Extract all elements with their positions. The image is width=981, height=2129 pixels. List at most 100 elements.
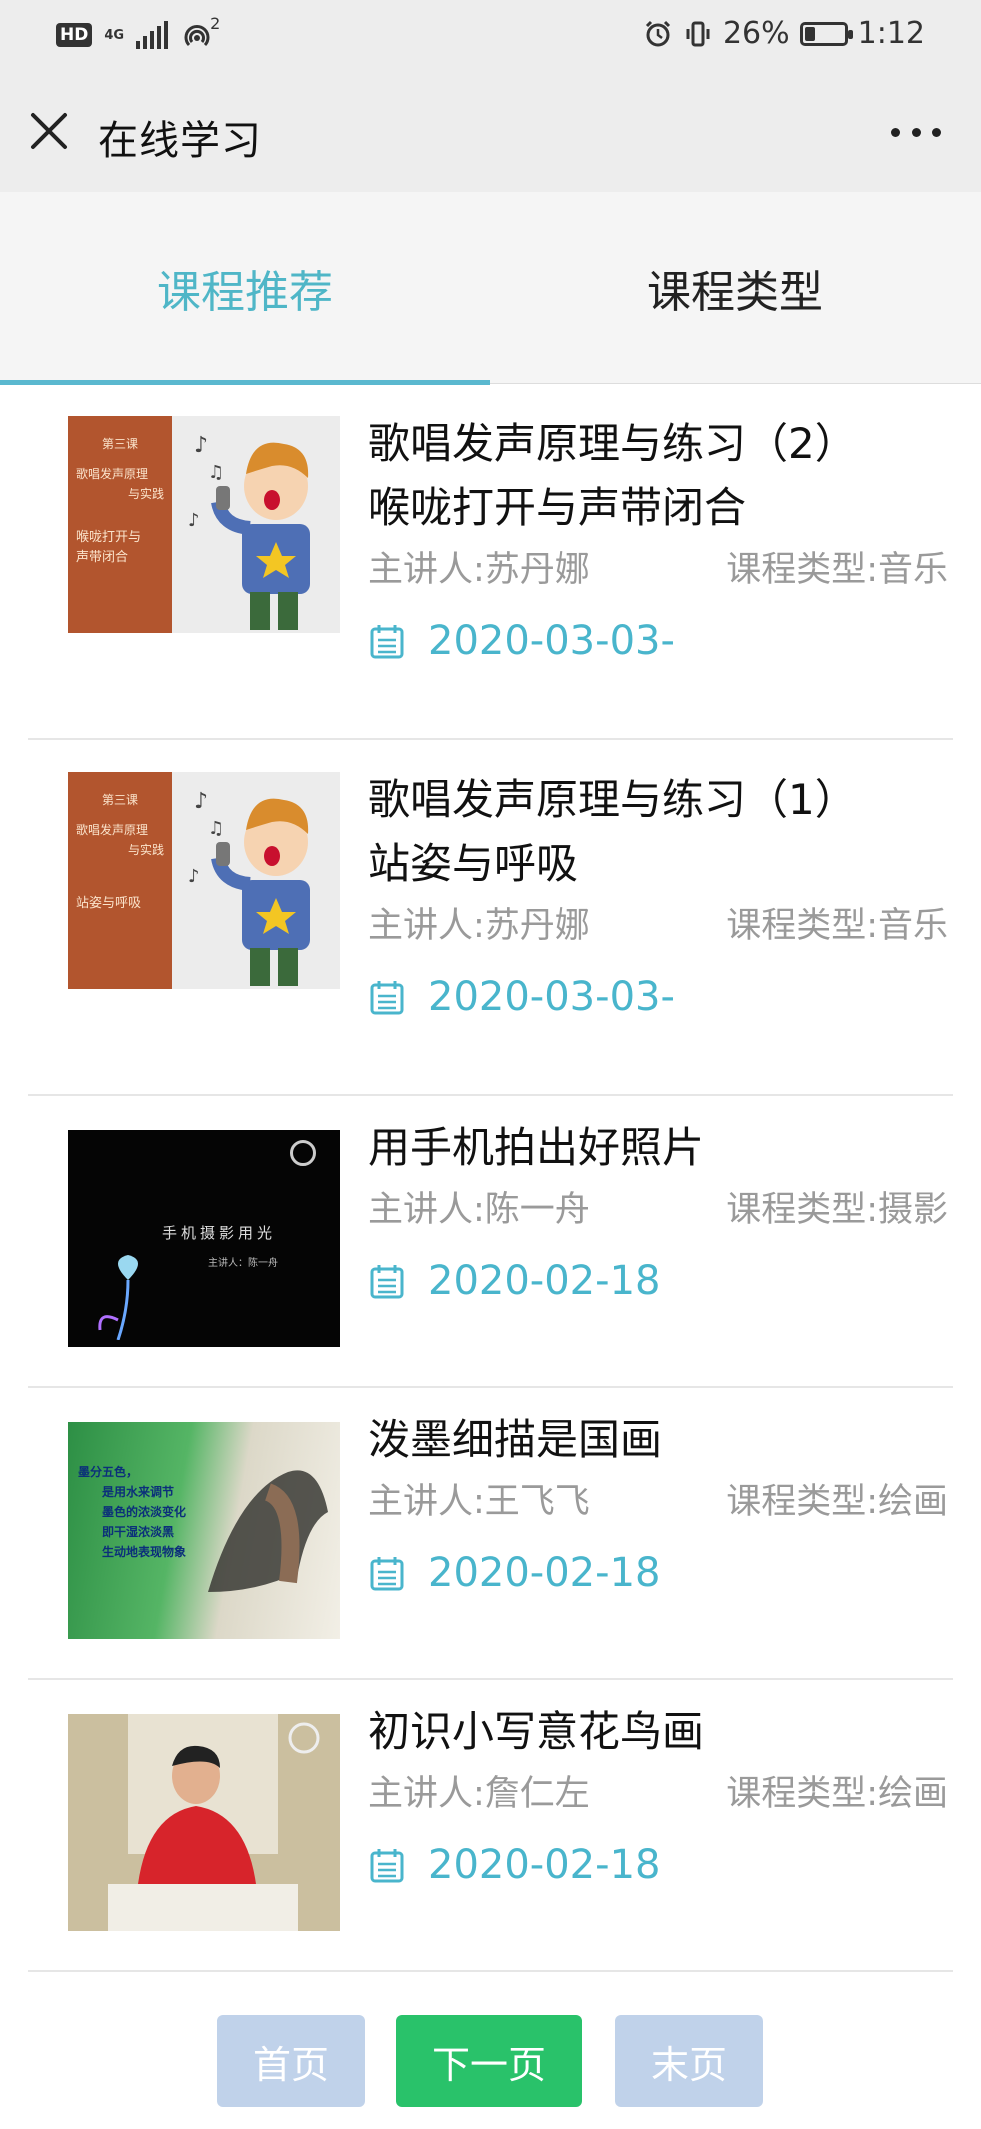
svg-text:♪: ♪ [188, 866, 200, 887]
course-thumbnail: 手机摄影用光 主讲人：陈一舟 [68, 1130, 340, 1347]
course-meta: 主讲人:苏丹娜 课程类型:音乐 [368, 896, 948, 956]
thumbnail-text: 手机摄影用光 [162, 1224, 277, 1242]
course-date-row: 2020-03-03- [368, 974, 948, 1020]
thumbnail-text: 即干湿浓淡黑 [102, 1525, 175, 1539]
thumbnail-text-panel: 第三课 歌唱发声原理 与实践 站姿与呼吸 [68, 772, 172, 989]
svg-text:♪: ♪ [188, 510, 200, 531]
thumbnail-text: 生动地表现物象 [102, 1545, 187, 1559]
svg-text:♪: ♪ [194, 789, 208, 814]
course-info: 歌唱发声原理与练习（2） 喉咙打开与声带闭合 主讲人:苏丹娜 课程类型:音乐 2… [368, 412, 948, 664]
course-meta: 主讲人:陈一舟 课程类型:摄影 [368, 1180, 948, 1240]
thumbnail-text-panel: 第三课 歌唱发声原理 与实践 喉咙打开与 声带闭合 [68, 416, 172, 633]
thumbnail-text: 与实践 [127, 843, 164, 857]
lecturer-photo [68, 1714, 340, 1931]
thumbnail-text: 第三课 [101, 793, 138, 807]
close-icon[interactable] [24, 106, 74, 156]
status-left: HD 4G 2 [56, 14, 220, 52]
thumbnail-text: 歌唱发声原理 [76, 823, 149, 837]
battery-percent: 26% [722, 16, 790, 51]
calendar-icon [370, 1557, 404, 1591]
course-date: 2020-02-18 [428, 1842, 661, 1888]
calendar-icon [370, 625, 404, 659]
svg-text:♪: ♪ [194, 433, 208, 458]
course-date-row: 2020-02-18 [368, 1842, 948, 1888]
logo-icon [290, 1140, 316, 1166]
nav-bar: 在线学习 [0, 70, 981, 192]
tab-course-recommend[interactable]: 课程推荐 [0, 192, 490, 384]
svg-text:♫: ♫ [208, 462, 224, 483]
pagination: 首页 下一页 末页 [0, 2015, 981, 2115]
battery-icon [799, 21, 853, 46]
course-meta: 主讲人:王飞飞 课程类型:绘画 [368, 1472, 948, 1532]
course-subtitle: 喉咙打开与声带闭合 [368, 483, 747, 532]
thumbnail-text: 主讲人：陈一舟 [208, 1258, 278, 1269]
thumbnail-text: 第三课 [101, 437, 138, 451]
hotspot-count: 2 [210, 14, 221, 33]
thumbnail-text: 墨色的浓淡变化 [102, 1505, 187, 1519]
calendar-icon [370, 1849, 404, 1883]
course-list: 第三课 歌唱发声原理 与实践 喉咙打开与 声带闭合 ♪ ♫ ♪ 歌唱发声原理与练… [28, 384, 953, 1972]
course-title: 用手机拍出好照片 [368, 1123, 705, 1172]
course-category: 课程类型:绘画 [726, 1482, 948, 1522]
course-item[interactable]: 手机摄影用光 主讲人：陈一舟 用手机拍出好照片 主讲人:陈一舟 课程类型:摄影 … [28, 1096, 953, 1388]
status-right: 26% 1:12 [643, 16, 925, 51]
vibrate-icon [686, 21, 710, 46]
thumbnail-text: 站姿与呼吸 [76, 896, 142, 911]
hotspot-icon: 2 [180, 14, 220, 52]
course-category: 课程类型:音乐 [726, 906, 948, 946]
course-title: 歌唱发声原理与练习（2） [368, 419, 857, 468]
course-subtitle: 站姿与呼吸 [368, 839, 579, 888]
page-title: 在线学习 [98, 118, 262, 164]
thumbnail-text: 声带闭合 [76, 550, 129, 565]
thumbnail-text: 喉咙打开与 [76, 530, 142, 545]
singer-cartoon: ♪ ♫ ♪ [172, 772, 340, 989]
course-item[interactable]: 第三课 歌唱发声原理 与实践 喉咙打开与 声带闭合 ♪ ♫ ♪ 歌唱发声原理与练… [28, 384, 953, 740]
flower-graphic [98, 1255, 138, 1340]
course-meta: 主讲人:詹仁左 课程类型:绘画 [368, 1764, 948, 1824]
tab-course-type[interactable]: 课程类型 [490, 192, 980, 384]
course-title: 初识小写意花鸟画 [368, 1707, 705, 1756]
course-thumbnail: 墨分五色， 是用水来调节 墨色的浓淡变化 即干湿浓淡黑 生动地表现物象 [68, 1422, 340, 1639]
calendar-icon [370, 981, 404, 1015]
course-date: 2020-02-18 [428, 1258, 661, 1304]
course-info: 泼墨细描是国画 主讲人:王飞飞 课程类型:绘画 2020-02-18 [368, 1408, 948, 1596]
thumbnail-text: 歌唱发声原理 [76, 467, 149, 481]
course-title: 泼墨细描是国画 [368, 1415, 663, 1464]
alarm-icon [645, 20, 670, 46]
course-date: 2020-02-18 [428, 1550, 661, 1596]
course-date-row: 2020-02-18 [368, 1550, 948, 1596]
thumbnail-text-panel: 墨分五色， 是用水来调节 墨色的浓淡变化 即干湿浓淡黑 生动地表现物象 [78, 1462, 187, 1562]
ink-painting [208, 1470, 328, 1592]
clock: 1:12 [857, 16, 925, 51]
last-page-button[interactable]: 末页 [615, 2015, 763, 2107]
course-item[interactable]: 第三课 歌唱发声原理 与实践 站姿与呼吸 ♪ ♫ ♪ 歌唱发声原理与练习（1） … [28, 740, 953, 1096]
network-type: 4G [104, 27, 125, 43]
calendar-icon [370, 1265, 404, 1299]
status-bar: HD 4G 2 26% 1:12 [0, 0, 981, 70]
course-title: 歌唱发声原理与练习（1） [368, 775, 857, 824]
course-date: 2020-03-03- [428, 618, 675, 664]
course-item[interactable]: 墨分五色， 是用水来调节 墨色的浓淡变化 即干湿浓淡黑 生动地表现物象 泼墨细描… [28, 1388, 953, 1680]
thumbnail-text: 与实践 [127, 487, 164, 501]
course-thumbnail: 第三课 歌唱发声原理 与实践 喉咙打开与 声带闭合 ♪ ♫ ♪ [68, 416, 340, 633]
course-category: 课程类型:摄影 [726, 1190, 948, 1230]
hd-badge: HD [56, 23, 93, 47]
course-meta: 主讲人:苏丹娜 课程类型:音乐 [368, 540, 948, 600]
course-category: 课程类型:音乐 [726, 550, 948, 590]
singer-cartoon: ♪ ♫ ♪ [172, 416, 340, 633]
course-lecturer: 主讲人:苏丹娜 [368, 550, 590, 590]
course-info: 用手机拍出好照片 主讲人:陈一舟 课程类型:摄影 2020-02-18 [368, 1116, 948, 1304]
course-info: 歌唱发声原理与练习（1） 站姿与呼吸 主讲人:苏丹娜 课程类型:音乐 2020-… [368, 768, 948, 1020]
course-lecturer: 主讲人:陈一舟 [368, 1190, 590, 1230]
course-date: 2020-03-03- [428, 974, 675, 1020]
course-lecturer: 主讲人:詹仁左 [368, 1774, 590, 1814]
course-thumbnail [68, 1714, 340, 1931]
tab-bar: 课程推荐 课程类型 [0, 192, 981, 385]
course-info: 初识小写意花鸟画 主讲人:詹仁左 课程类型:绘画 2020-02-18 [368, 1700, 948, 1888]
first-page-button[interactable]: 首页 [217, 2015, 365, 2107]
course-item[interactable]: 初识小写意花鸟画 主讲人:詹仁左 课程类型:绘画 2020-02-18 [28, 1680, 953, 1972]
next-page-button[interactable]: 下一页 [396, 2015, 582, 2107]
more-options-icon[interactable] [891, 114, 941, 150]
signal-icon [136, 21, 169, 49]
course-lecturer: 主讲人:苏丹娜 [368, 906, 590, 946]
